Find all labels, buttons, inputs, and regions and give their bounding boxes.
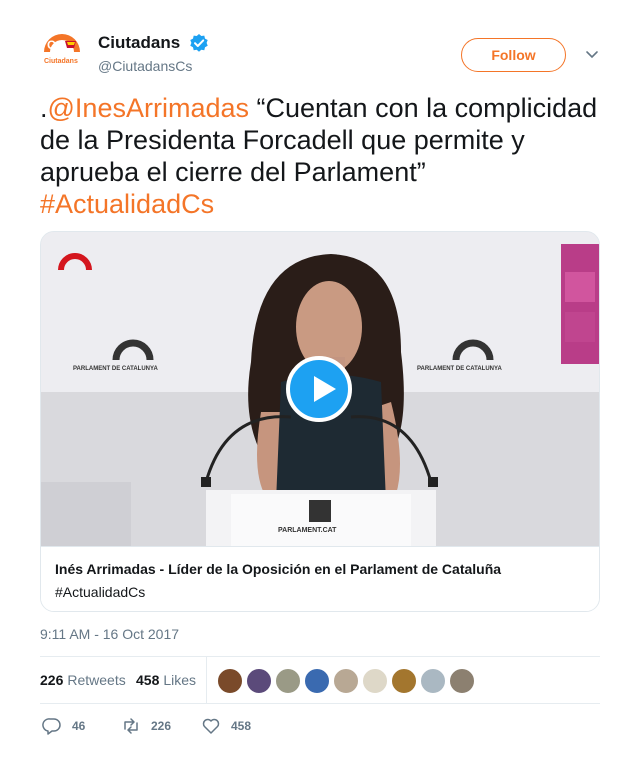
tweet-lead-punct: . xyxy=(40,93,48,123)
liker-avatar[interactable] xyxy=(246,668,272,694)
hashtag-link[interactable]: #ActualidadCs xyxy=(40,189,214,219)
video-player[interactable]: PARLAMENT DE CATALUNYA PARLAMENT DE CATA… xyxy=(41,232,599,546)
mention-link[interactable]: @InesArrimadas xyxy=(48,93,249,123)
reply-count: 46 xyxy=(72,719,86,733)
liker-avatar[interactable] xyxy=(217,668,243,694)
retweet-icon xyxy=(124,718,138,734)
reply-icon xyxy=(42,718,61,735)
tweet-text: .@InesArrimadas “Cuentan con la complici… xyxy=(40,92,600,220)
account-handle[interactable]: @CiutadansCs xyxy=(98,58,209,74)
tweet-timestamp[interactable]: 9:11 AM - 16 Oct 2017 xyxy=(40,626,179,642)
card-title: Inés Arrimadas - Líder de la Oposición e… xyxy=(55,561,502,577)
retweets-stat[interactable]: 226 Retweets xyxy=(40,672,126,688)
likes-label: Likes xyxy=(163,672,197,688)
retweets-label: Retweets xyxy=(67,672,126,688)
retweets-count: 226 xyxy=(40,672,64,688)
liker-avatar[interactable] xyxy=(304,668,330,694)
media-card[interactable]: PARLAMENT DE CATALUNYA PARLAMENT DE CATA… xyxy=(40,231,600,612)
tweet-stats: 226 Retweets 458 Likes xyxy=(40,656,600,704)
liker-avatar[interactable] xyxy=(362,668,388,694)
backdrop-label-right: PARLAMENT DE CATALUNYA xyxy=(417,366,502,372)
likes-count: 458 xyxy=(136,672,160,688)
tweet-header: Cs Ciutadans Ciutadans @CiutadansCs Foll… xyxy=(40,30,600,80)
likes-stat[interactable]: 458 Likes xyxy=(136,672,196,688)
verified-badge-icon xyxy=(189,33,209,53)
follow-button[interactable]: Follow xyxy=(461,38,566,72)
play-button[interactable] xyxy=(286,356,352,422)
play-icon xyxy=(314,376,336,402)
liker-avatar[interactable] xyxy=(449,668,475,694)
tweet-actions: 46 226 458 xyxy=(40,712,600,740)
retweet-button[interactable]: 226 xyxy=(121,716,191,736)
like-count: 458 xyxy=(231,719,252,733)
retweet-count: 226 xyxy=(151,719,172,733)
account-avatar[interactable]: Cs Ciutadans xyxy=(40,30,84,74)
backdrop-label-left: PARLAMENT DE CATALUNYA xyxy=(73,366,158,372)
liker-avatar[interactable] xyxy=(420,668,446,694)
heart-icon xyxy=(202,718,220,734)
svg-text:Cs: Cs xyxy=(47,38,63,52)
stats-divider xyxy=(206,657,207,704)
display-name[interactable]: Ciutadans xyxy=(98,33,180,53)
liker-avatar[interactable] xyxy=(391,668,417,694)
account-names: Ciutadans @CiutadansCs xyxy=(98,33,209,74)
chevron-down-icon[interactable] xyxy=(584,46,600,62)
reply-button[interactable]: 46 xyxy=(42,716,102,736)
card-description: #ActualidadCs xyxy=(55,584,146,600)
like-button[interactable]: 458 xyxy=(201,716,271,736)
svg-text:Ciutadans: Ciutadans xyxy=(44,58,78,65)
liker-avatar[interactable] xyxy=(333,668,359,694)
ciutadans-logo-icon: Cs Ciutadans xyxy=(40,30,84,74)
lectern-label: PARLAMENT.CAT xyxy=(278,527,337,534)
liker-avatar[interactable] xyxy=(275,668,301,694)
card-info[interactable]: Inés Arrimadas - Líder de la Oposición e… xyxy=(41,546,599,611)
